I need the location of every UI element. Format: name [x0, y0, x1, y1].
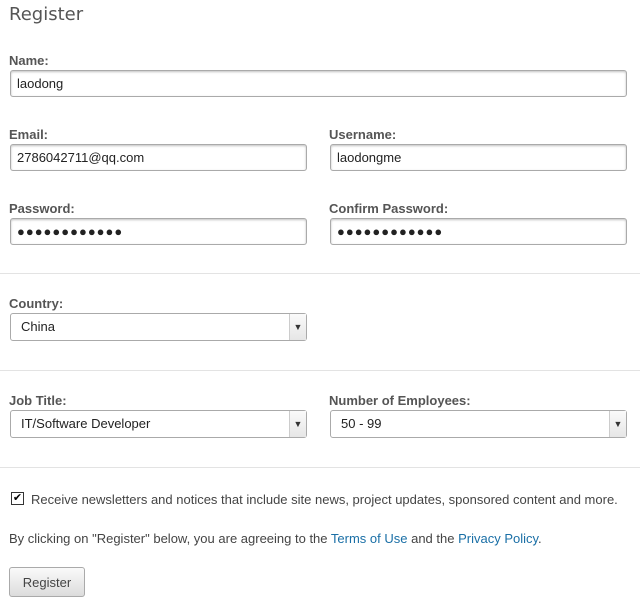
employees-select[interactable]: 50 - 99 ▼	[330, 410, 627, 438]
country-label: Country:	[9, 296, 64, 311]
country-select[interactable]: China ▼	[10, 313, 307, 341]
terms-of-use-link[interactable]: Terms of Use	[331, 531, 408, 546]
page-title: Register	[9, 4, 84, 25]
chevron-down-icon: ▼	[289, 314, 306, 340]
register-button[interactable]: Register	[9, 567, 85, 597]
country-value: China	[21, 319, 55, 334]
password-label: Password:	[9, 201, 75, 216]
name-label: Name:	[9, 53, 49, 68]
agreement-prefix: By clicking on "Register" below, you are…	[9, 531, 331, 546]
divider	[0, 273, 640, 274]
newsletter-label: Receive newsletters and notices that inc…	[31, 492, 618, 507]
agreement-middle: and the	[407, 531, 459, 546]
agreement-suffix: .	[538, 531, 542, 546]
confirm-password-label: Confirm Password:	[329, 201, 449, 216]
username-input[interactable]: laodongme	[330, 144, 627, 171]
chevron-down-icon: ▼	[289, 411, 306, 437]
password-input[interactable]: ●●●●●●●●●●●●	[10, 218, 307, 245]
confirm-password-input[interactable]: ●●●●●●●●●●●●	[330, 218, 627, 245]
email-label: Email:	[9, 127, 49, 142]
job-title-value: IT/Software Developer	[21, 416, 151, 431]
agreement-text: By clicking on "Register" below, you are…	[9, 531, 542, 546]
employees-value: 50 - 99	[341, 416, 382, 431]
divider	[0, 370, 640, 371]
chevron-down-icon: ▼	[609, 411, 626, 437]
email-input[interactable]: 2786042711@qq.com	[10, 144, 307, 171]
newsletter-checkbox[interactable]: ✔	[11, 492, 24, 505]
job-title-label: Job Title:	[9, 393, 67, 408]
username-label: Username:	[329, 127, 397, 142]
job-title-select[interactable]: IT/Software Developer ▼	[10, 410, 307, 438]
privacy-policy-link[interactable]: Privacy Policy	[458, 531, 538, 546]
divider	[0, 467, 640, 468]
employees-label: Number of Employees:	[329, 393, 471, 408]
name-input[interactable]: laodong	[10, 70, 627, 97]
